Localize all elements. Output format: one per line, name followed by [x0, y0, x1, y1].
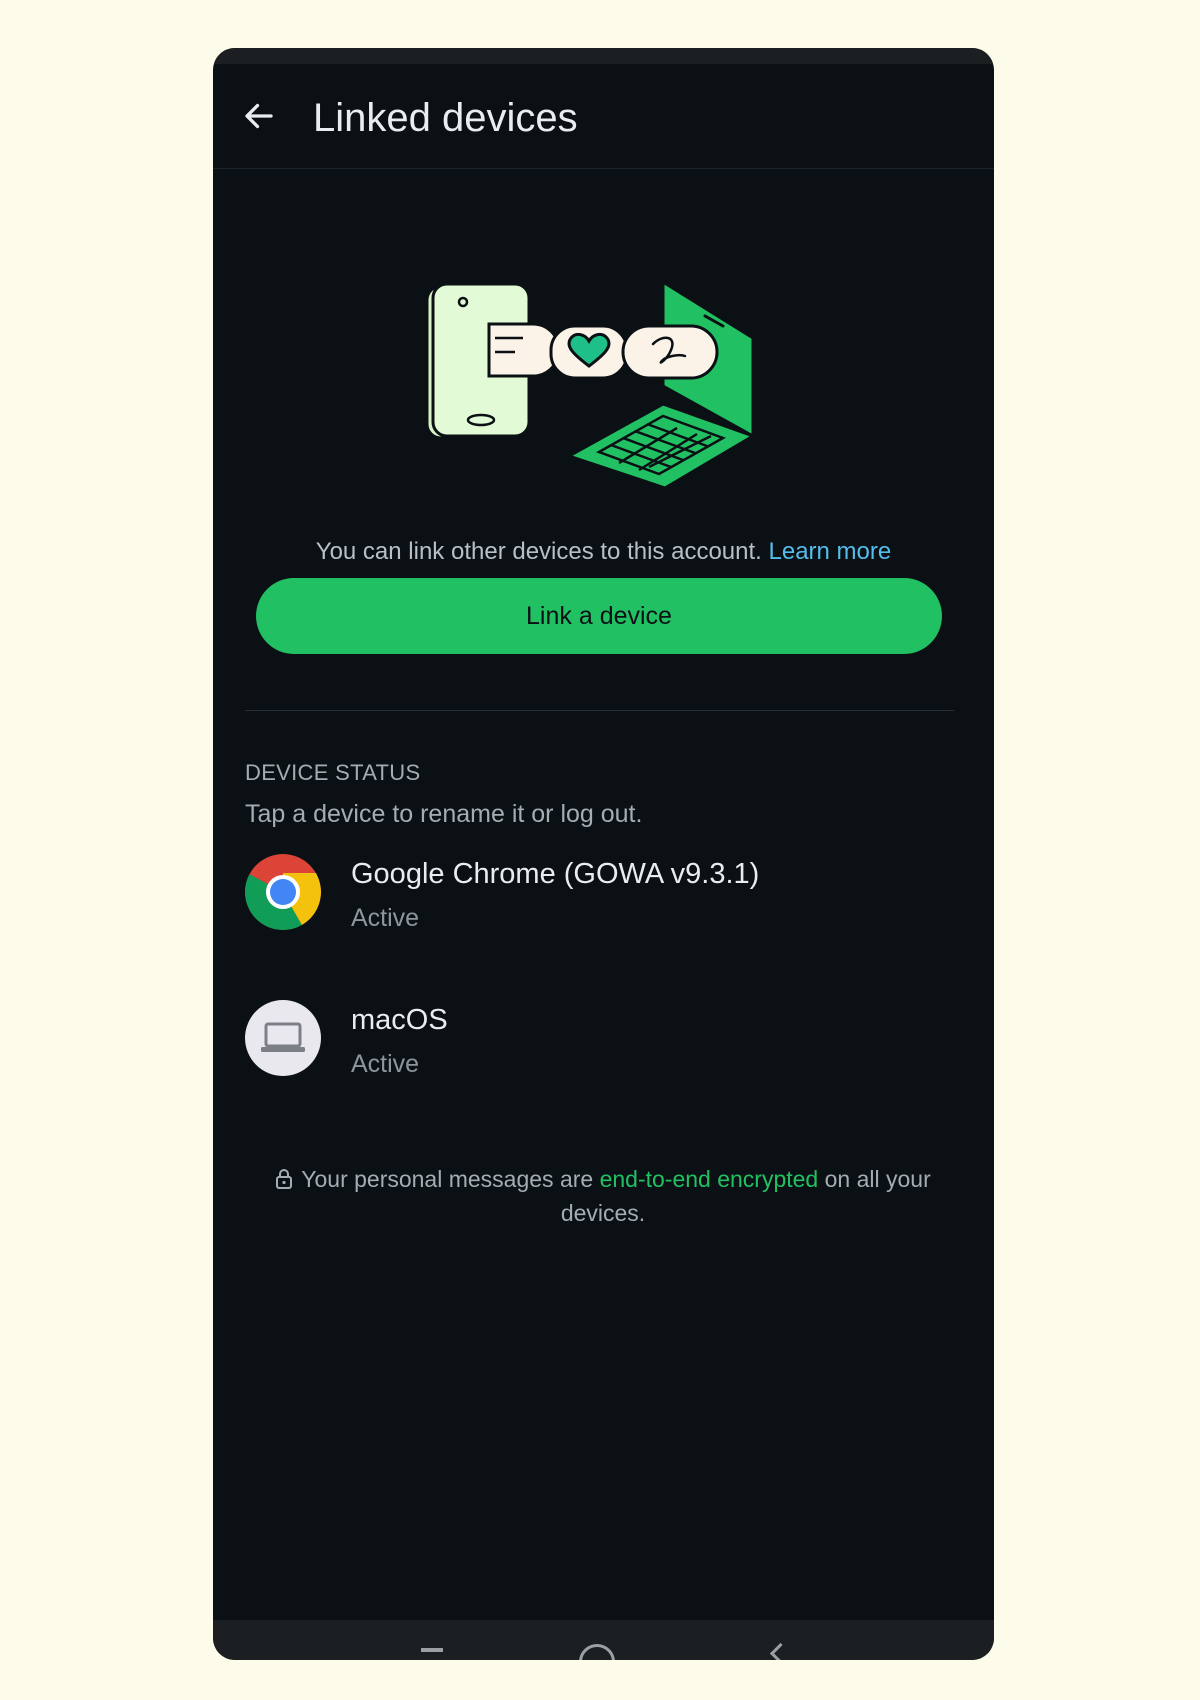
arrow-left-icon: [245, 103, 273, 129]
intro-text: You can link other devices to this accou…: [213, 538, 994, 566]
device-status-heading: DEVICE STATUS: [245, 760, 421, 785]
device-item-chrome[interactable]: Google Chrome (GOWA v9.3.1) Active: [245, 854, 945, 944]
device-name: Google Chrome (GOWA v9.3.1): [351, 858, 760, 890]
device-item-macos[interactable]: macOS Active: [245, 1000, 945, 1090]
chrome-icon: [245, 854, 321, 930]
system-navigation-bar: [213, 1620, 994, 1660]
device-status: Active: [351, 904, 420, 932]
learn-more-link[interactable]: Learn more: [769, 538, 892, 565]
device-name: macOS: [351, 1004, 448, 1036]
encryption-note-prefix: Your personal messages are: [301, 1166, 594, 1192]
phone-screen: Linked devices You can link other device…: [213, 48, 994, 1660]
link-a-device-button[interactable]: Link a device: [256, 578, 942, 654]
recents-button[interactable]: [421, 1648, 443, 1652]
status-bar: [213, 48, 994, 64]
end-to-end-encrypted-link[interactable]: end-to-end encrypted: [600, 1166, 819, 1192]
laptop-icon: [245, 1000, 321, 1076]
home-button[interactable]: [579, 1644, 615, 1660]
device-status-subtitle: Tap a device to rename it or log out.: [245, 800, 643, 828]
encryption-note: Your personal messages are end-to-end en…: [253, 1162, 953, 1230]
intro-description: You can link other devices to this accou…: [315, 538, 762, 565]
system-back-button[interactable]: [769, 1642, 792, 1660]
divider: [245, 710, 954, 711]
lock-icon: [276, 1169, 293, 1189]
phone-laptop-linking-illustration: [425, 279, 757, 490]
page-title: Linked devices: [313, 96, 578, 140]
back-button[interactable]: [237, 94, 281, 138]
device-status: Active: [351, 1050, 420, 1078]
app-bar: Linked devices: [213, 64, 994, 169]
